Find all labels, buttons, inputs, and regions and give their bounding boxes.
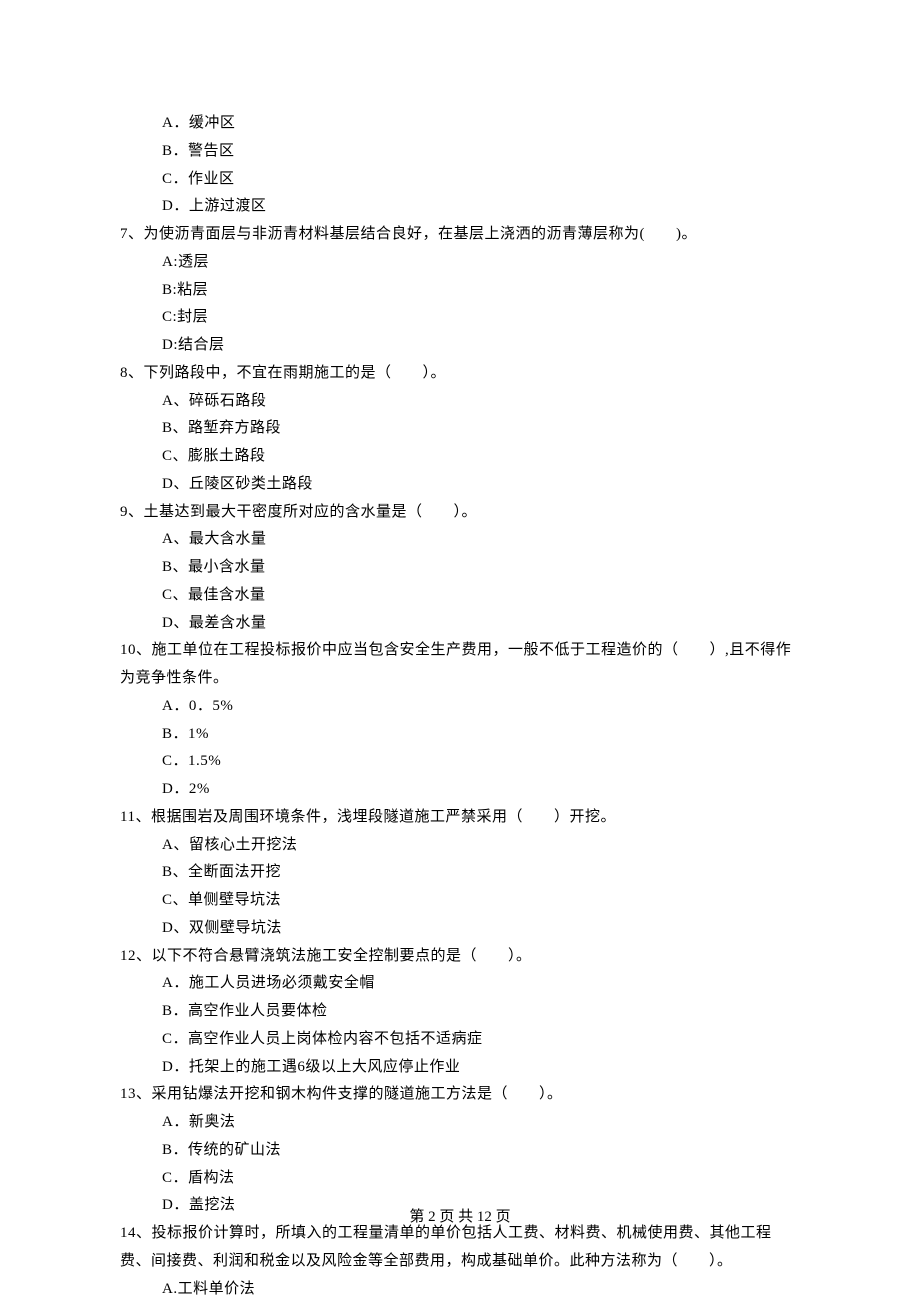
q12-option-a: A．施工人员进场必须戴安全帽 <box>120 970 800 998</box>
q11-option-a: A、留核心土开挖法 <box>120 832 800 860</box>
q14-option-a: A.工料单价法 <box>120 1276 800 1303</box>
q10-option-a: A．0．5% <box>120 693 800 721</box>
q12-option-b: B．高空作业人员要体检 <box>120 998 800 1026</box>
q6-option-a: A．缓冲区 <box>120 110 800 138</box>
q13-option-b: B．传统的矿山法 <box>120 1137 800 1165</box>
q10-option-c: C．1.5% <box>120 748 800 776</box>
q9-option-b: B、最小含水量 <box>120 554 800 582</box>
q9-stem: 9、土基达到最大干密度所对应的含水量是（ ）。 <box>120 499 800 527</box>
document-body: A．缓冲区 B．警告区 C．作业区 D．上游过渡区 7、为使沥青面层与非沥青材料… <box>120 110 800 1303</box>
q8-option-a: A、碎砾石路段 <box>120 388 800 416</box>
q13-option-a: A．新奥法 <box>120 1109 800 1137</box>
q8-stem: 8、下列路段中，不宜在雨期施工的是（ ）。 <box>120 360 800 388</box>
q9-option-c: C、最佳含水量 <box>120 582 800 610</box>
q7-option-a: A:透层 <box>120 249 800 277</box>
q9-option-a: A、最大含水量 <box>120 526 800 554</box>
q6-option-b: B．警告区 <box>120 138 800 166</box>
q10-stem: 10、施工单位在工程投标报价中应当包含安全生产费用，一般不低于工程造价的（ ）,… <box>120 637 800 693</box>
page-footer: 第 2 页 共 12 页 <box>0 1204 920 1232</box>
q13-option-c: C．盾构法 <box>120 1165 800 1193</box>
q8-option-b: B、路堑弃方路段 <box>120 415 800 443</box>
q11-stem: 11、根据围岩及周围环境条件，浅埋段隧道施工严禁采用（ ）开挖。 <box>120 804 800 832</box>
q13-stem: 13、采用钻爆法开挖和钢木构件支撑的隧道施工方法是（ ）。 <box>120 1081 800 1109</box>
q6-option-c: C．作业区 <box>120 166 800 194</box>
q7-option-c: C:封层 <box>120 304 800 332</box>
q7-stem: 7、为使沥青面层与非沥青材料基层结合良好，在基层上浇洒的沥青薄层称为( )。 <box>120 221 800 249</box>
q8-option-c: C、膨胀土路段 <box>120 443 800 471</box>
q12-option-d: D．托架上的施工遇6级以上大风应停止作业 <box>120 1054 800 1082</box>
q9-option-d: D、最差含水量 <box>120 610 800 638</box>
q7-option-b: B:粘层 <box>120 277 800 305</box>
q11-option-d: D、双侧壁导坑法 <box>120 915 800 943</box>
q12-option-c: C．高空作业人员上岗体检内容不包括不适病症 <box>120 1026 800 1054</box>
q11-option-b: B、全断面法开挖 <box>120 859 800 887</box>
q8-option-d: D、丘陵区砂类土路段 <box>120 471 800 499</box>
q10-option-b: B．1% <box>120 721 800 749</box>
q10-option-d: D．2% <box>120 776 800 804</box>
q12-stem: 12、以下不符合悬臂浇筑法施工安全控制要点的是（ ）。 <box>120 943 800 971</box>
q11-option-c: C、单侧壁导坑法 <box>120 887 800 915</box>
q7-option-d: D:结合层 <box>120 332 800 360</box>
q6-option-d: D．上游过渡区 <box>120 193 800 221</box>
